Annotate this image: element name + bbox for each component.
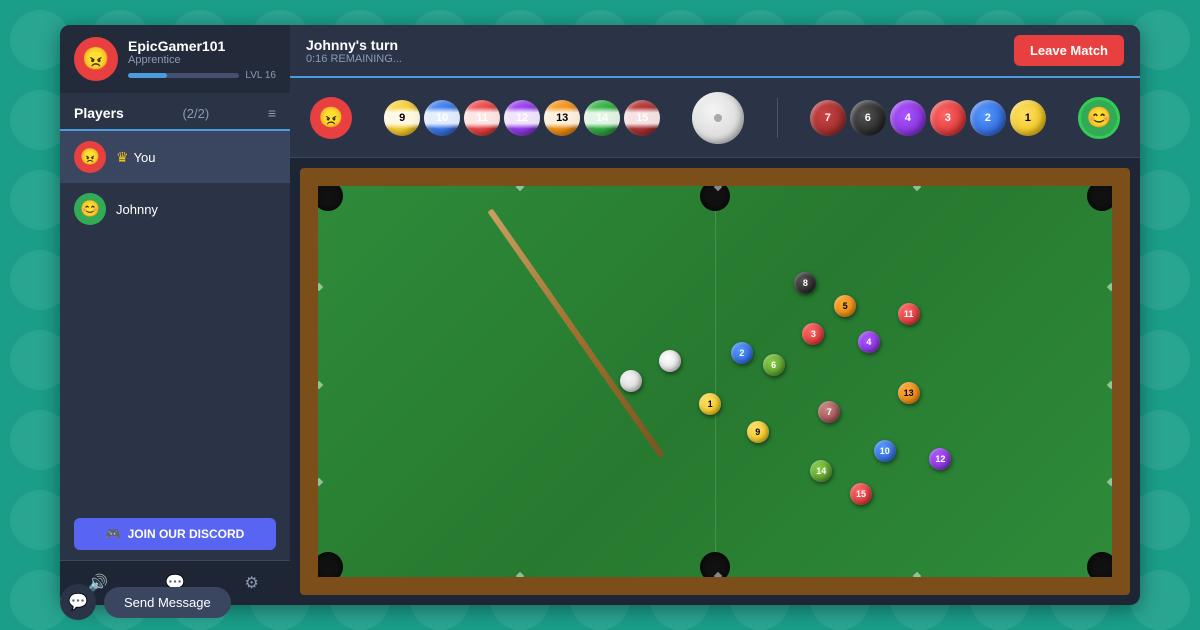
player-item-johnny[interactable]: 😊 Johnny xyxy=(60,183,290,235)
discord-button[interactable]: 🎮 JOIN OUR DISCORD xyxy=(74,518,276,550)
player-name-you: You xyxy=(134,150,156,165)
user-info: EpicGamer101 Apprentice LVL 16 xyxy=(128,38,276,81)
pocket-bottom-left xyxy=(313,552,343,582)
table-ball-o: 15 xyxy=(850,483,872,505)
ball-9: 9 xyxy=(384,100,420,136)
ball-1: 1 xyxy=(1010,100,1046,136)
player-item-you[interactable]: 😠 ♛ You xyxy=(60,131,290,183)
leave-match-button[interactable]: Leave Match xyxy=(1014,35,1124,66)
table-ball-a: 3 xyxy=(802,323,824,345)
pool-table[interactable]: 8 3 1 2 4 5 6 11 9 10 7 14 13 xyxy=(300,168,1130,595)
ball-11: 11 xyxy=(464,100,500,136)
rack-avatar-johnny: 😊 xyxy=(1078,97,1120,139)
user-avatar-emoji: 😠 xyxy=(82,48,109,70)
player-name-row-johnny: Johnny xyxy=(116,202,158,217)
pool-table-wrapper: 8 3 1 2 4 5 6 11 9 10 7 14 13 xyxy=(290,158,1140,605)
player-emoji-you: 😠 xyxy=(80,147,100,167)
rack-player-johnny: 😊 xyxy=(1078,97,1120,139)
turn-info: Johnny's turn 0:16 REMAINING... xyxy=(306,37,402,65)
table-ball-g: 11 xyxy=(898,303,920,325)
xp-bar-background xyxy=(128,73,239,78)
send-message-bar: 💬 Send Message xyxy=(60,584,231,620)
player-avatar-johnny: 😊 xyxy=(74,193,106,225)
rack-player-you: 😠 xyxy=(310,97,352,139)
turn-timer: 0:16 REMAINING... xyxy=(306,53,402,65)
ball-12: 12 xyxy=(504,100,540,136)
center-line xyxy=(715,186,716,577)
table-ball-j: 10 xyxy=(874,440,896,462)
chat-bubble-icon: 💬 xyxy=(68,592,88,612)
table-ball-m: 13 xyxy=(898,382,920,404)
turn-label: Johnny's turn xyxy=(306,37,402,53)
sidebar: 😠 EpicGamer101 Apprentice LVL 16 Players… xyxy=(60,25,290,605)
main-container: 😠 EpicGamer101 Apprentice LVL 16 Players… xyxy=(60,25,1140,605)
game-header: Johnny's turn 0:16 REMAINING... Leave Ma… xyxy=(290,25,1140,78)
player-list: 😠 ♛ You 😊 Johnny xyxy=(60,131,290,508)
players-count: (2/2) xyxy=(182,106,209,121)
ball-2: 2 xyxy=(970,100,1006,136)
table-ball-l: 14 xyxy=(810,460,832,482)
level-badge: LVL 16 xyxy=(245,70,276,81)
ball-4: 4 xyxy=(890,100,926,136)
game-canvas: 😠 9 10 11 xyxy=(290,78,1140,605)
discord-label: JOIN OUR DISCORD xyxy=(128,527,245,541)
ball-15: 15 xyxy=(624,100,660,136)
ball-rack: 😠 9 10 11 xyxy=(290,78,1140,158)
ball-3: 3 xyxy=(930,100,966,136)
settings-icon: ⚙ xyxy=(245,573,259,593)
crown-icon-you: ♛ xyxy=(116,149,129,166)
table-ball-d: 4 xyxy=(858,331,880,353)
rack-divider xyxy=(777,98,778,138)
players-title: Players xyxy=(74,105,124,121)
rack-emoji-johnny: 😊 xyxy=(1086,105,1111,130)
pocket-top-right xyxy=(1087,181,1117,211)
table-ball-i: 9 xyxy=(747,421,769,443)
chat-avatar-button[interactable]: 💬 xyxy=(60,584,96,620)
player-emoji-johnny: 😊 xyxy=(80,199,100,219)
cue-ball-rack xyxy=(692,92,744,144)
xp-bar-fill xyxy=(128,73,167,78)
user-header: 😠 EpicGamer101 Apprentice LVL 16 xyxy=(60,25,290,93)
ball-10: 10 xyxy=(424,100,460,136)
discord-icon: 🎮 xyxy=(106,527,121,541)
player-avatar-you: 😠 xyxy=(74,141,106,173)
user-rank: Apprentice xyxy=(128,54,276,66)
username: EpicGamer101 xyxy=(128,38,276,54)
ball-14: 14 xyxy=(584,100,620,136)
ball-7: 7 xyxy=(810,100,846,136)
pocket-top-left xyxy=(313,181,343,211)
table-ball-h xyxy=(620,370,642,392)
players-header: Players (2/2) ≡ xyxy=(60,93,290,129)
pocket-bottom-middle xyxy=(700,552,730,582)
player-name-row-you: ♛ You xyxy=(116,149,156,166)
table-ball-f: 6 xyxy=(763,354,785,376)
rack-avatar-you: 😠 xyxy=(310,97,352,139)
stripes-group: 9 10 11 12 1 xyxy=(384,100,660,136)
rack-emoji-you: 😠 xyxy=(319,105,344,130)
player-name-johnny: Johnny xyxy=(116,202,158,217)
xp-bar-container: LVL 16 xyxy=(128,70,276,81)
filter-icon[interactable]: ≡ xyxy=(268,105,276,121)
user-avatar: 😠 xyxy=(74,37,118,81)
pocket-bottom-right xyxy=(1087,552,1117,582)
ball-13: 13 xyxy=(544,100,580,136)
solids-group: 7 6 4 3 2 1 xyxy=(810,100,1046,136)
send-message-button[interactable]: Send Message xyxy=(104,587,231,618)
ball-6: 6 xyxy=(850,100,886,136)
game-area: Johnny's turn 0:16 REMAINING... Leave Ma… xyxy=(290,25,1140,605)
